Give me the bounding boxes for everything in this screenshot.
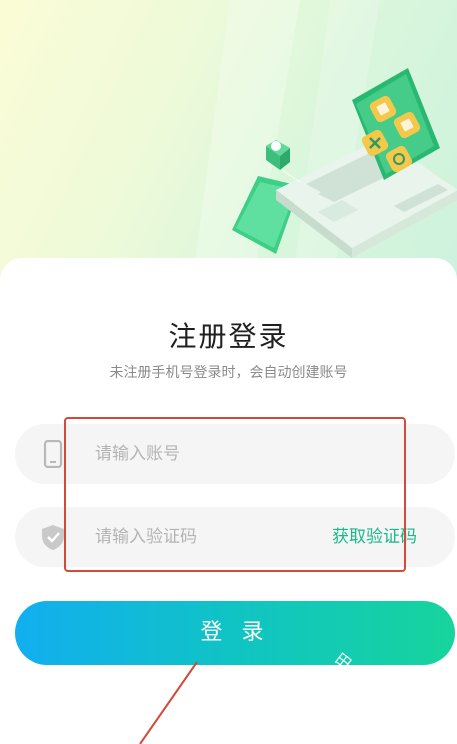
highlight-box bbox=[64, 417, 406, 572]
shield-icon bbox=[39, 523, 67, 551]
phone-icon bbox=[39, 439, 67, 469]
page-title: 注册登录 bbox=[168, 320, 289, 353]
login-button[interactable]: 登 录 bbox=[15, 601, 455, 665]
hero-illustration bbox=[0, 0, 457, 300]
page-subtitle: 未注册手机号登录时，会自动创建账号 bbox=[109, 365, 348, 381]
laptop-illustration bbox=[190, 0, 457, 300]
